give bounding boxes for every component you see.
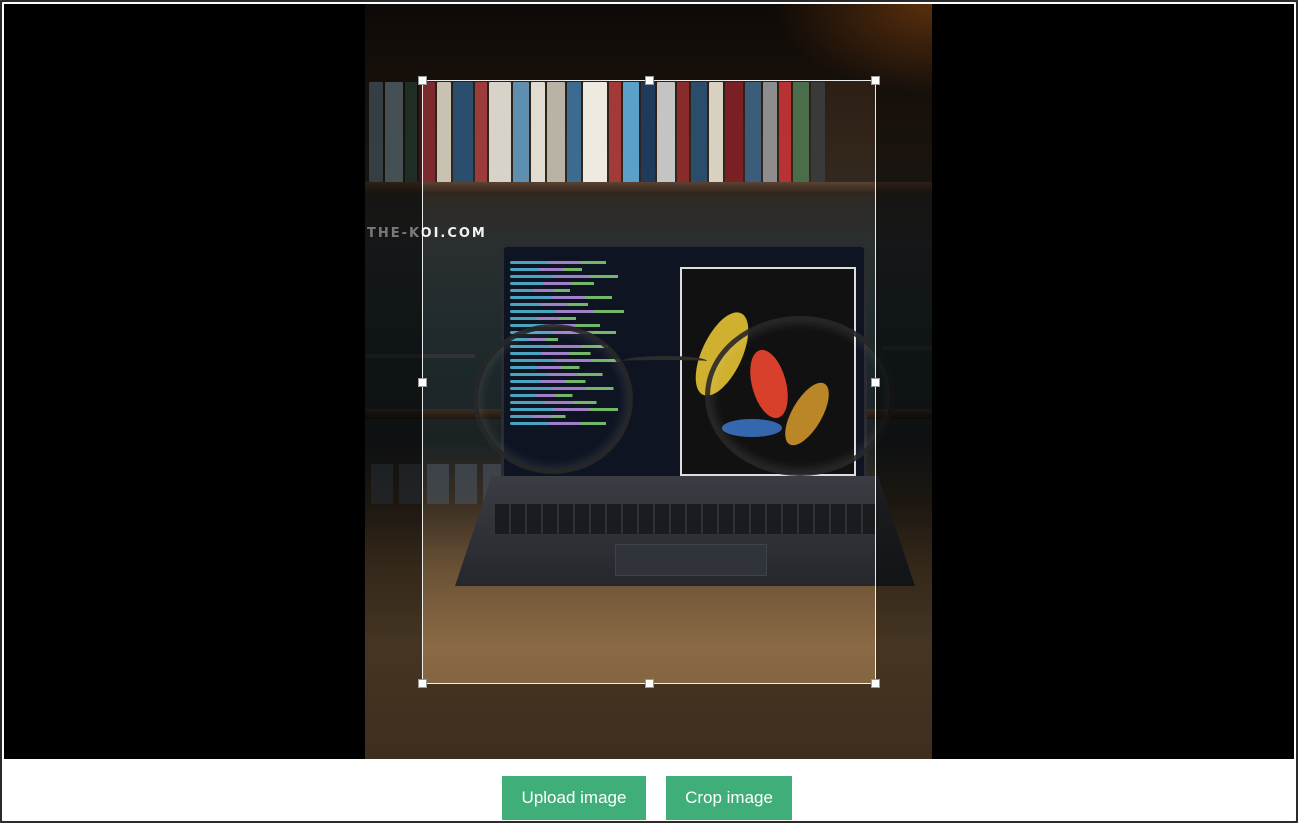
- crop-mask-right: [876, 80, 932, 684]
- crop-handle-top-left-icon[interactable]: [418, 76, 427, 85]
- crop-image-button[interactable]: Crop image: [666, 776, 792, 820]
- crop-selection-box[interactable]: [418, 76, 880, 688]
- crop-handle-bottom-left-icon[interactable]: [418, 679, 427, 688]
- crop-stage: THE-KOI.COM: [4, 4, 1294, 759]
- crop-handle-bottom-right-icon[interactable]: [871, 679, 880, 688]
- crop-handle-left-icon[interactable]: [418, 378, 427, 387]
- crop-handle-top-right-icon[interactable]: [871, 76, 880, 85]
- modal-footer: Upload image Crop image: [2, 759, 1296, 821]
- crop-handle-top-icon[interactable]: [645, 76, 654, 85]
- image-crop-modal: THE-KOI.COM Upload image Crop image: [0, 0, 1298, 823]
- crop-mask-top: [365, 4, 932, 80]
- crop-handle-right-icon[interactable]: [871, 378, 880, 387]
- crop-mask-bottom: [365, 684, 932, 759]
- crop-handle-bottom-icon[interactable]: [645, 679, 654, 688]
- upload-image-button[interactable]: Upload image: [502, 776, 646, 820]
- crop-mask-left: [365, 80, 422, 684]
